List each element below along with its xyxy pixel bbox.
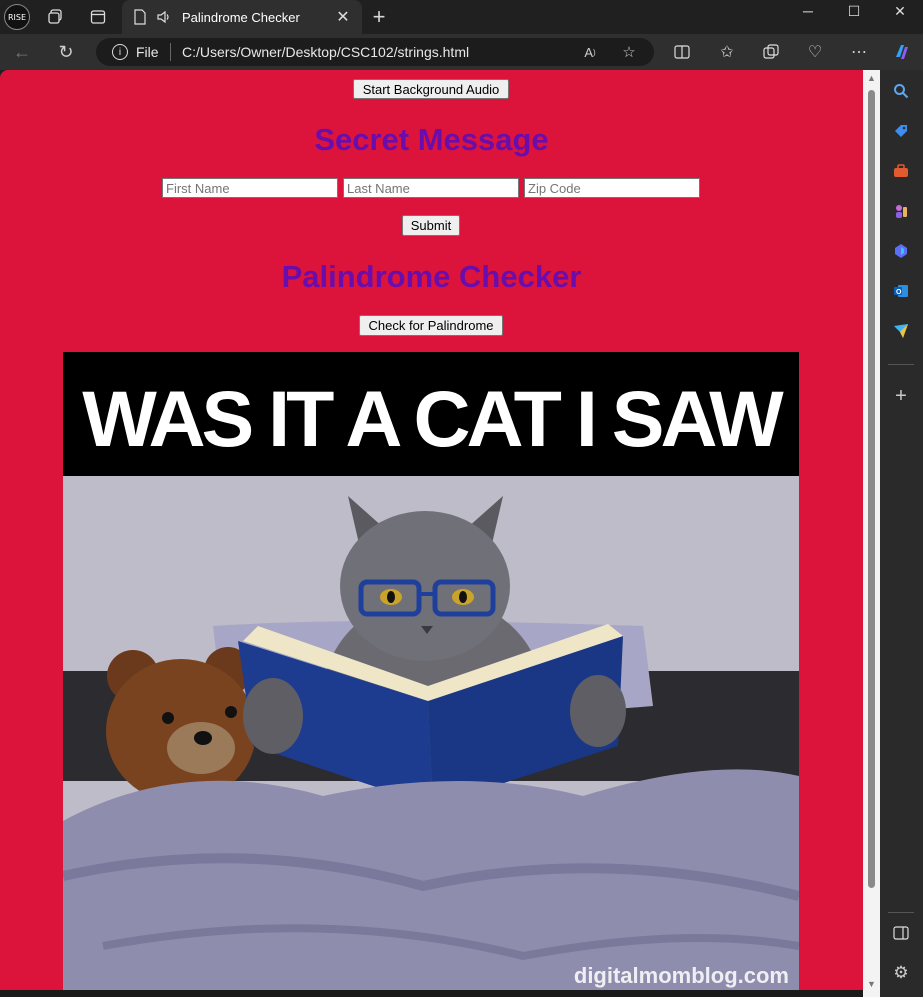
profile-label: RISE	[7, 12, 27, 22]
close-tab-icon[interactable]: ✕	[334, 8, 352, 26]
hide-sidebar-icon[interactable]	[890, 922, 912, 944]
copilot-sidebar-icon[interactable]	[890, 240, 912, 262]
check-palindrome-button[interactable]: Check for Palindrome	[359, 315, 503, 336]
last-name-input[interactable]	[343, 178, 519, 198]
refresh-icon[interactable]: ↻	[53, 40, 79, 64]
address-scheme: File	[136, 44, 159, 60]
address-url[interactable]: C:/Users/Owner/Desktop/CSC102/strings.ht…	[182, 44, 469, 60]
sidebar-divider-bottom	[888, 912, 914, 913]
tab-title: Palindrome Checker	[182, 9, 300, 25]
workspaces-icon[interactable]	[43, 4, 69, 30]
page-viewport: Start Background Audio Secret Message Su…	[0, 70, 863, 997]
copilot-icon[interactable]	[889, 40, 915, 64]
favorites-icon[interactable]: ✩	[714, 40, 740, 64]
close-window-icon[interactable]: ✕	[877, 0, 923, 22]
address-divider	[170, 43, 171, 61]
submit-button[interactable]: Submit	[402, 215, 460, 236]
palindrome-heading: Palindrome Checker	[281, 259, 582, 294]
search-icon[interactable]	[890, 80, 912, 102]
poster-credit: digitalmomblog.com	[573, 963, 789, 988]
scrollbar-thumb[interactable]	[868, 90, 875, 888]
outlook-icon[interactable]: O	[890, 280, 912, 302]
more-menu-icon[interactable]: ⋯	[846, 40, 872, 64]
minimize-icon[interactable]: ─	[785, 0, 831, 22]
cat-reading-photo: digitalmomblog.com	[63, 476, 799, 997]
page-scrollbar[interactable]: ▲ ▼	[863, 70, 880, 997]
teddy-bear-icon	[106, 647, 256, 803]
scroll-down-icon[interactable]: ▼	[867, 979, 876, 989]
edge-sidebar: O + ⚙	[880, 70, 923, 997]
maximize-icon[interactable]: ☐	[831, 0, 877, 22]
svg-text:O: O	[896, 289, 902, 296]
palindrome-poster-image: WAS IT A CAT I SAW digitalmomblog.com	[63, 352, 799, 997]
tools-briefcase-icon[interactable]	[890, 160, 912, 182]
read-aloud-icon[interactable]: A)	[580, 42, 600, 62]
poster-banner: WAS IT A CAT I SAW	[63, 352, 799, 476]
collections-icon[interactable]	[758, 40, 784, 64]
send-feedback-icon[interactable]	[890, 320, 912, 342]
shopping-tag-icon[interactable]	[890, 120, 912, 142]
start-audio-button[interactable]: Start Background Audio	[353, 79, 509, 99]
scroll-up-icon[interactable]: ▲	[867, 73, 876, 83]
profile-avatar[interactable]: RISE	[4, 4, 30, 30]
site-info-icon[interactable]: i	[112, 44, 128, 60]
sidebar-settings-icon[interactable]: ⚙	[890, 962, 912, 984]
status-strip	[0, 990, 863, 997]
zip-code-input[interactable]	[524, 178, 700, 198]
tab-actions-icon[interactable]	[85, 4, 111, 30]
active-tab[interactable]: Palindrome Checker ✕	[122, 0, 362, 34]
split-screen-icon[interactable]	[669, 40, 695, 64]
secret-message-heading: Secret Message	[314, 122, 549, 157]
speaker-icon[interactable]	[156, 9, 172, 25]
browser-essentials-icon[interactable]: ♡	[802, 40, 828, 64]
new-tab-icon[interactable]: +	[366, 4, 392, 30]
games-icon[interactable]	[890, 200, 912, 222]
back-icon[interactable]: ←	[9, 40, 35, 64]
sidebar-divider	[888, 364, 914, 365]
address-bar[interactable]: i File C:/Users/Owner/Desktop/CSC102/str…	[96, 38, 654, 66]
tab-strip: RISE Palindrome Checker ✕ + ─ ☐ ✕	[0, 0, 923, 34]
favorite-star-icon[interactable]: ☆	[619, 42, 639, 62]
page-file-icon	[132, 9, 148, 25]
address-toolbar: ← ↻ i File C:/Users/Owner/Desktop/CSC102…	[0, 34, 923, 70]
first-name-input[interactable]	[162, 178, 338, 198]
poster-text: WAS IT A CAT I SAW	[82, 374, 783, 463]
add-sidebar-item-icon[interactable]: +	[890, 385, 912, 407]
